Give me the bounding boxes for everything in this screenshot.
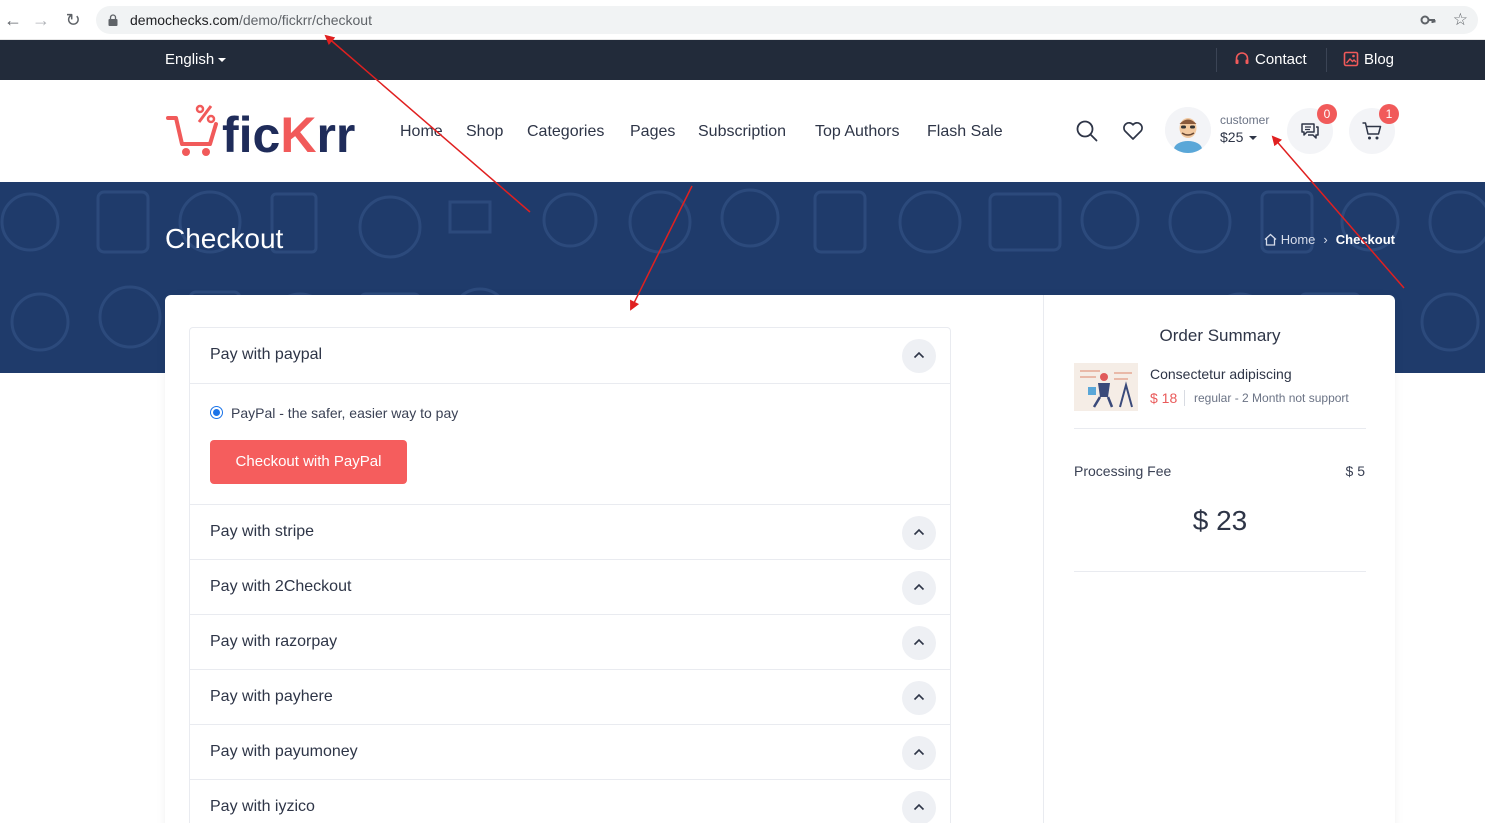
checkout-card: Pay with paypal PayPal - the safer, easi…: [165, 295, 1395, 823]
bookmark-star-icon[interactable]: ☆: [1453, 10, 1468, 30]
menu-item-subscription[interactable]: Subscription: [698, 123, 786, 141]
payment-accordion: Pay with paypal PayPal - the safer, easi…: [189, 327, 951, 823]
chevron-up-icon: [913, 748, 925, 756]
order-summary-title: Order Summary: [1159, 326, 1281, 345]
accordion-label: Pay with iyzico: [210, 798, 315, 815]
site-header: ficKrr Home Shop Categories Pages Subscr…: [0, 80, 1485, 182]
contact-link[interactable]: Contact: [1234, 51, 1307, 68]
processing-fee-label: Processing Fee: [1074, 463, 1172, 479]
breadcrumb-current: Checkout: [1335, 232, 1395, 247]
headset-icon: [1235, 52, 1249, 64]
messages-button[interactable]: 0: [1287, 104, 1337, 154]
heart-icon[interactable]: [1122, 121, 1144, 141]
accordion-item-payhere[interactable]: Pay with payhere: [190, 669, 950, 724]
top-strip: English Contact Blog: [0, 40, 1485, 80]
image-doc-icon: [1343, 51, 1359, 67]
cart-icon: [1362, 122, 1382, 140]
address-bar[interactable]: demochecks.com/demo/fickrr/checkout ☆: [96, 6, 1478, 34]
accordion-item-2checkout[interactable]: Pay with 2Checkout: [190, 559, 950, 614]
paypal-radio[interactable]: [210, 406, 223, 419]
divider: [1326, 48, 1327, 72]
account-label: customer: [1220, 113, 1270, 127]
logo-wordmark: ficKrr: [222, 107, 356, 163]
menu-item-shop[interactable]: Shop: [466, 123, 503, 141]
cart-count-badge: 1: [1379, 104, 1399, 124]
accordion-label: Pay with 2Checkout: [210, 578, 352, 595]
chevron-right-icon: ›: [1323, 232, 1328, 247]
accordion-item-razorpay[interactable]: Pay with razorpay: [190, 614, 950, 669]
divider: [1184, 390, 1185, 406]
cart-logo-icon: [166, 104, 218, 156]
accordion-item-stripe[interactable]: Pay with stripe: [190, 504, 950, 559]
accordion-toggle[interactable]: [902, 791, 936, 823]
accordion-label: Pay with payumoney: [210, 743, 358, 760]
accordion-item-paypal[interactable]: Pay with paypal: [190, 328, 950, 383]
key-icon[interactable]: [1420, 12, 1436, 28]
breadcrumb-home[interactable]: Home: [1281, 232, 1316, 247]
product-illustration: [1074, 363, 1138, 411]
chevron-up-icon: [913, 803, 925, 811]
cart-button[interactable]: 1: [1349, 104, 1399, 154]
url-text: demochecks.com/demo/fickrr/checkout: [130, 12, 372, 28]
reload-icon[interactable]: ↻: [62, 9, 84, 31]
accordion-toggle[interactable]: [902, 626, 936, 660]
product-thumbnail[interactable]: [1074, 363, 1138, 411]
page: ← → ↻ demochecks.com/demo/fickrr/checkou…: [0, 0, 1485, 823]
paypal-radio-label: PayPal - the safer, easier way to pay: [231, 405, 459, 421]
search-icon[interactable]: [1076, 120, 1098, 142]
back-arrow-icon[interactable]: ←: [2, 9, 24, 31]
order-total: $ 23: [1192, 505, 1248, 536]
language-selector[interactable]: English: [165, 51, 227, 68]
lock-icon: [108, 14, 118, 26]
messages-count-badge: 0: [1317, 104, 1337, 124]
forward-arrow-icon[interactable]: →: [30, 9, 52, 31]
accordion-toggle[interactable]: [902, 736, 936, 770]
divider: [1216, 48, 1217, 72]
accordion-label: Pay with paypal: [210, 346, 323, 363]
accordion-item-payumoney[interactable]: Pay with payumoney: [190, 724, 950, 779]
home-icon: [1264, 233, 1277, 246]
chevron-up-icon: [913, 528, 925, 536]
user-avatar-icon: [1165, 107, 1211, 153]
menu-item-pages[interactable]: Pages: [630, 123, 675, 141]
avatar[interactable]: [1165, 107, 1211, 153]
page-title: Checkout: [165, 223, 284, 254]
order-summary: Order Summary Consectetur adipiscing $ 1…: [1043, 295, 1395, 823]
menu-item-home[interactable]: Home: [400, 123, 443, 141]
chevron-up-icon: [913, 351, 925, 359]
caret-down-icon: [218, 58, 227, 63]
product-license: regular - 2 Month not support: [1194, 391, 1349, 405]
blog-link[interactable]: Blog: [1343, 51, 1394, 68]
chevron-up-icon: [913, 583, 925, 591]
product-price: $ 18: [1150, 390, 1178, 406]
menu-item-top-authors[interactable]: Top Authors: [815, 123, 900, 141]
checkout-paypal-button[interactable]: Checkout with PayPal: [210, 440, 407, 484]
accordion-toggle[interactable]: [902, 339, 936, 373]
divider: [1074, 428, 1366, 429]
chevron-up-icon: [913, 693, 925, 701]
browser-toolbar: ← → ↻ demochecks.com/demo/fickrr/checkou…: [0, 0, 1485, 40]
paypal-panel: PayPal - the safer, easier way to pay Ch…: [190, 383, 950, 504]
divider: [1074, 571, 1366, 572]
accordion-toggle[interactable]: [902, 516, 936, 550]
product-name[interactable]: Consectetur adipiscing: [1150, 366, 1292, 382]
breadcrumb: Home › Checkout: [1264, 232, 1395, 247]
chevron-up-icon: [913, 638, 925, 646]
accordion-label: Pay with razorpay: [210, 633, 338, 650]
caret-down-icon: [1249, 136, 1258, 141]
menu-item-flash-sale[interactable]: Flash Sale: [927, 123, 1003, 141]
chat-icon: [1301, 123, 1319, 139]
account-balance-dropdown[interactable]: $25: [1220, 129, 1258, 145]
menu-item-categories[interactable]: Categories: [527, 123, 604, 141]
accordion-toggle[interactable]: [902, 681, 936, 715]
accordion-toggle[interactable]: [902, 571, 936, 605]
processing-fee-value: $ 5: [1345, 463, 1365, 479]
accordion-item-iyzico[interactable]: Pay with iyzico: [190, 779, 950, 823]
accordion-label: Pay with stripe: [210, 523, 315, 540]
accordion-label: Pay with payhere: [210, 688, 333, 705]
